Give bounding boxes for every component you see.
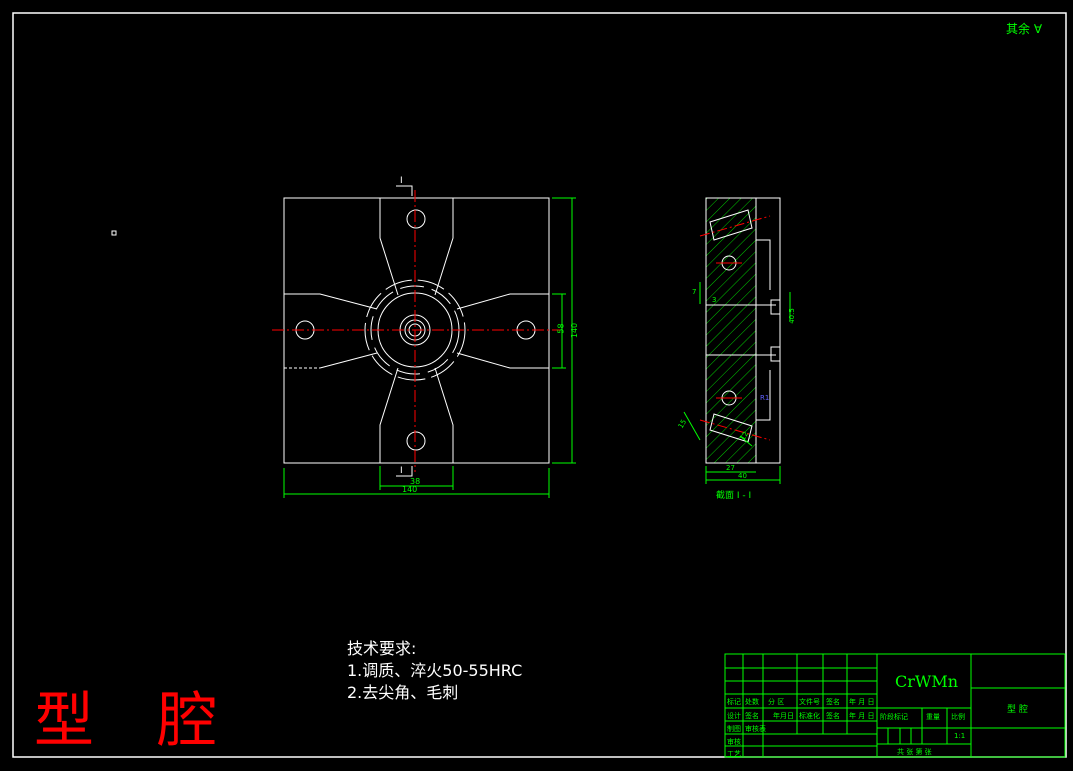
- dim-label-small: 3: [712, 296, 717, 304]
- tb-r3c2: 审核表: [745, 725, 766, 733]
- part-name-label: 型 腔: [1007, 705, 1028, 715]
- section-arrow-top: [396, 185, 413, 196]
- dim-label-height: 140: [570, 322, 580, 339]
- tb-r1c5: 签名: [826, 698, 840, 706]
- dim-label-top: 7: [692, 288, 697, 296]
- dim-label-side: 40.5: [787, 308, 796, 324]
- side-section-view: [683, 197, 791, 484]
- tech-requirements: 技术要求: 1.调质、淬火50-55HRC 2.去尖角、毛刺: [347, 638, 522, 704]
- hole-top: [406, 209, 426, 229]
- tb-r2c4: 标准化: [799, 712, 820, 720]
- dim-label-radius: R1: [760, 394, 770, 402]
- tb-r2c5: 签名: [826, 712, 840, 720]
- inner-frame: [12, 12, 1067, 758]
- tb-r1c3: 分 区: [768, 698, 785, 706]
- dim-label-inner: 38: [410, 477, 421, 486]
- section-caption: 截面 I - I: [716, 491, 752, 501]
- dim-label-width: 140: [402, 485, 418, 494]
- section-label-top: I: [400, 176, 403, 186]
- surface-note: 其余 ∀: [1006, 20, 1042, 37]
- material-label: CrWMn: [895, 672, 959, 691]
- left-arm-bottom: [319, 352, 378, 369]
- section-label-bottom: I: [400, 466, 403, 476]
- bottom-arm-right: [434, 367, 454, 463]
- tb-r2c3: 年月日: [773, 712, 794, 720]
- tb-r1c2: 处数: [745, 698, 759, 706]
- gate-bottom: [770, 346, 781, 362]
- tb-sheet-label: 共 张 第 张: [897, 748, 932, 756]
- tb-weight-label: 重量: [926, 713, 940, 721]
- drawing-canvas: [12, 12, 1067, 758]
- tb-stage-label: 阶段标记: [880, 713, 908, 721]
- tb-r1c4: 文件号: [799, 698, 820, 706]
- tb-scale-label: 比例: [951, 713, 965, 721]
- dim-angle-a: [683, 411, 701, 441]
- section-arrow-bottom: [396, 466, 413, 477]
- bottom-arm-left: [379, 367, 399, 463]
- hole-bottom: [406, 431, 426, 451]
- part-title-large: 型 腔: [34, 686, 240, 756]
- top-arm-right: [434, 198, 454, 296]
- top-arm-left: [379, 198, 399, 296]
- right-arm-top: [456, 293, 549, 310]
- gate-top: [770, 299, 781, 315]
- tb-r1c1: 标记: [727, 698, 741, 706]
- tb-r5c1: 工艺: [727, 750, 741, 758]
- tb-r3c1: 制图: [727, 725, 741, 733]
- dim-label-bottom-b: 40: [738, 472, 747, 480]
- tb-r4c1: 审核: [727, 738, 741, 746]
- tb-scale-value: 1:1: [954, 732, 966, 740]
- tb-r2c1: 设计: [727, 712, 741, 720]
- right-arm-bottom: [456, 352, 549, 369]
- surface-note-text: 其余: [1006, 22, 1031, 36]
- dim-label-mid: 58: [556, 323, 566, 334]
- tb-r2c6: 年 月 日: [849, 712, 875, 720]
- tb-r2c2: 签名: [745, 712, 759, 720]
- dim-label-bottom-a: 27: [726, 464, 735, 472]
- side-step-top: [756, 239, 771, 290]
- ucs-marker: [111, 230, 117, 236]
- tb-r1c6: 年 月 日: [849, 698, 875, 706]
- tech-item-1: 1.调质、淬火50-55HRC: [347, 661, 523, 680]
- tech-item-2: 2.去尖角、毛刺: [347, 683, 459, 702]
- tech-heading: 技术要求:: [347, 639, 417, 658]
- surface-roughness-icon: ∀: [1033, 22, 1043, 36]
- front-view: [272, 185, 576, 498]
- left-arm-top: [284, 293, 378, 310]
